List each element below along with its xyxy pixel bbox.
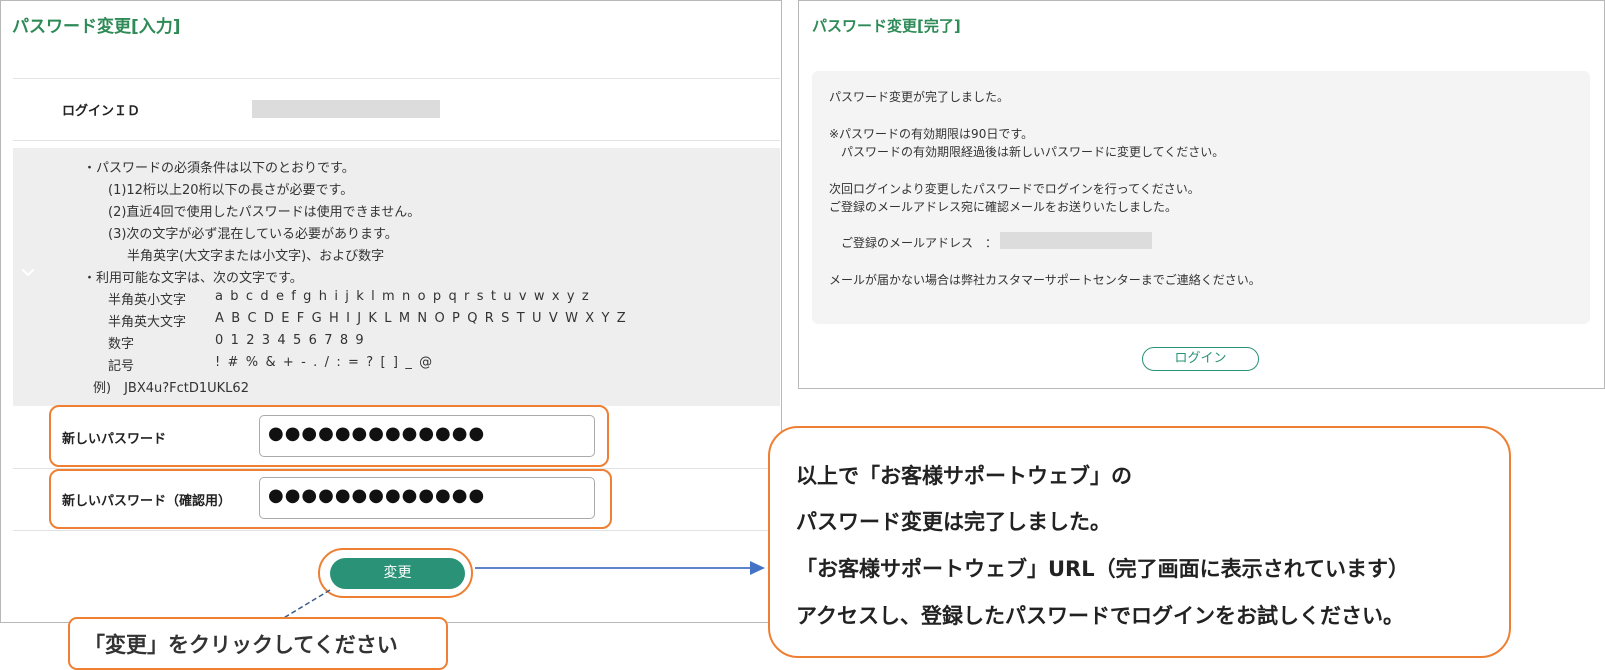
expiry-instruction-line: パスワードの有効期限経過後は新しいパスワードに変更してください。 bbox=[841, 145, 1225, 159]
info-callout-line: 「お客様サポートウェブ」URL（完了画面に表示されています） bbox=[796, 557, 1409, 581]
info-callout-line: パスワード変更は完了しました。 bbox=[796, 510, 1111, 534]
info-callout-line: 以上で「お客様サポートウェブ」の bbox=[796, 464, 1132, 488]
registered-email-label: ご登録のメールアドレス ： bbox=[841, 236, 998, 250]
change-instruction-callout: 「変更」をクリックしてください bbox=[68, 617, 448, 670]
callout-connector-line bbox=[281, 589, 331, 620]
completion-line: パスワード変更が完了しました。 bbox=[829, 90, 1010, 104]
login-button[interactable]: ログイン bbox=[1142, 347, 1259, 371]
support-contact-line: メールが届かない場合は弊社カスタマーサポートセンターまでご連絡ください。 bbox=[829, 273, 1261, 287]
complete-panel-title: パスワード変更[完了] bbox=[812, 17, 961, 35]
arrow-right-icon bbox=[750, 561, 765, 575]
next-login-line: 次回ログインより変更したパスワードでログインを行ってください。 bbox=[829, 182, 1200, 196]
expiry-notice-line: ※パスワードの有効期限は90日です。 bbox=[829, 127, 1034, 141]
registered-email-value-redacted bbox=[1000, 232, 1152, 249]
info-callout-line: アクセスし、登録したパスワードでログインをお試しください。 bbox=[796, 604, 1404, 628]
confirmation-email-line: ご登録のメールアドレス宛に確認メールをお送りいたしました。 bbox=[829, 200, 1178, 214]
